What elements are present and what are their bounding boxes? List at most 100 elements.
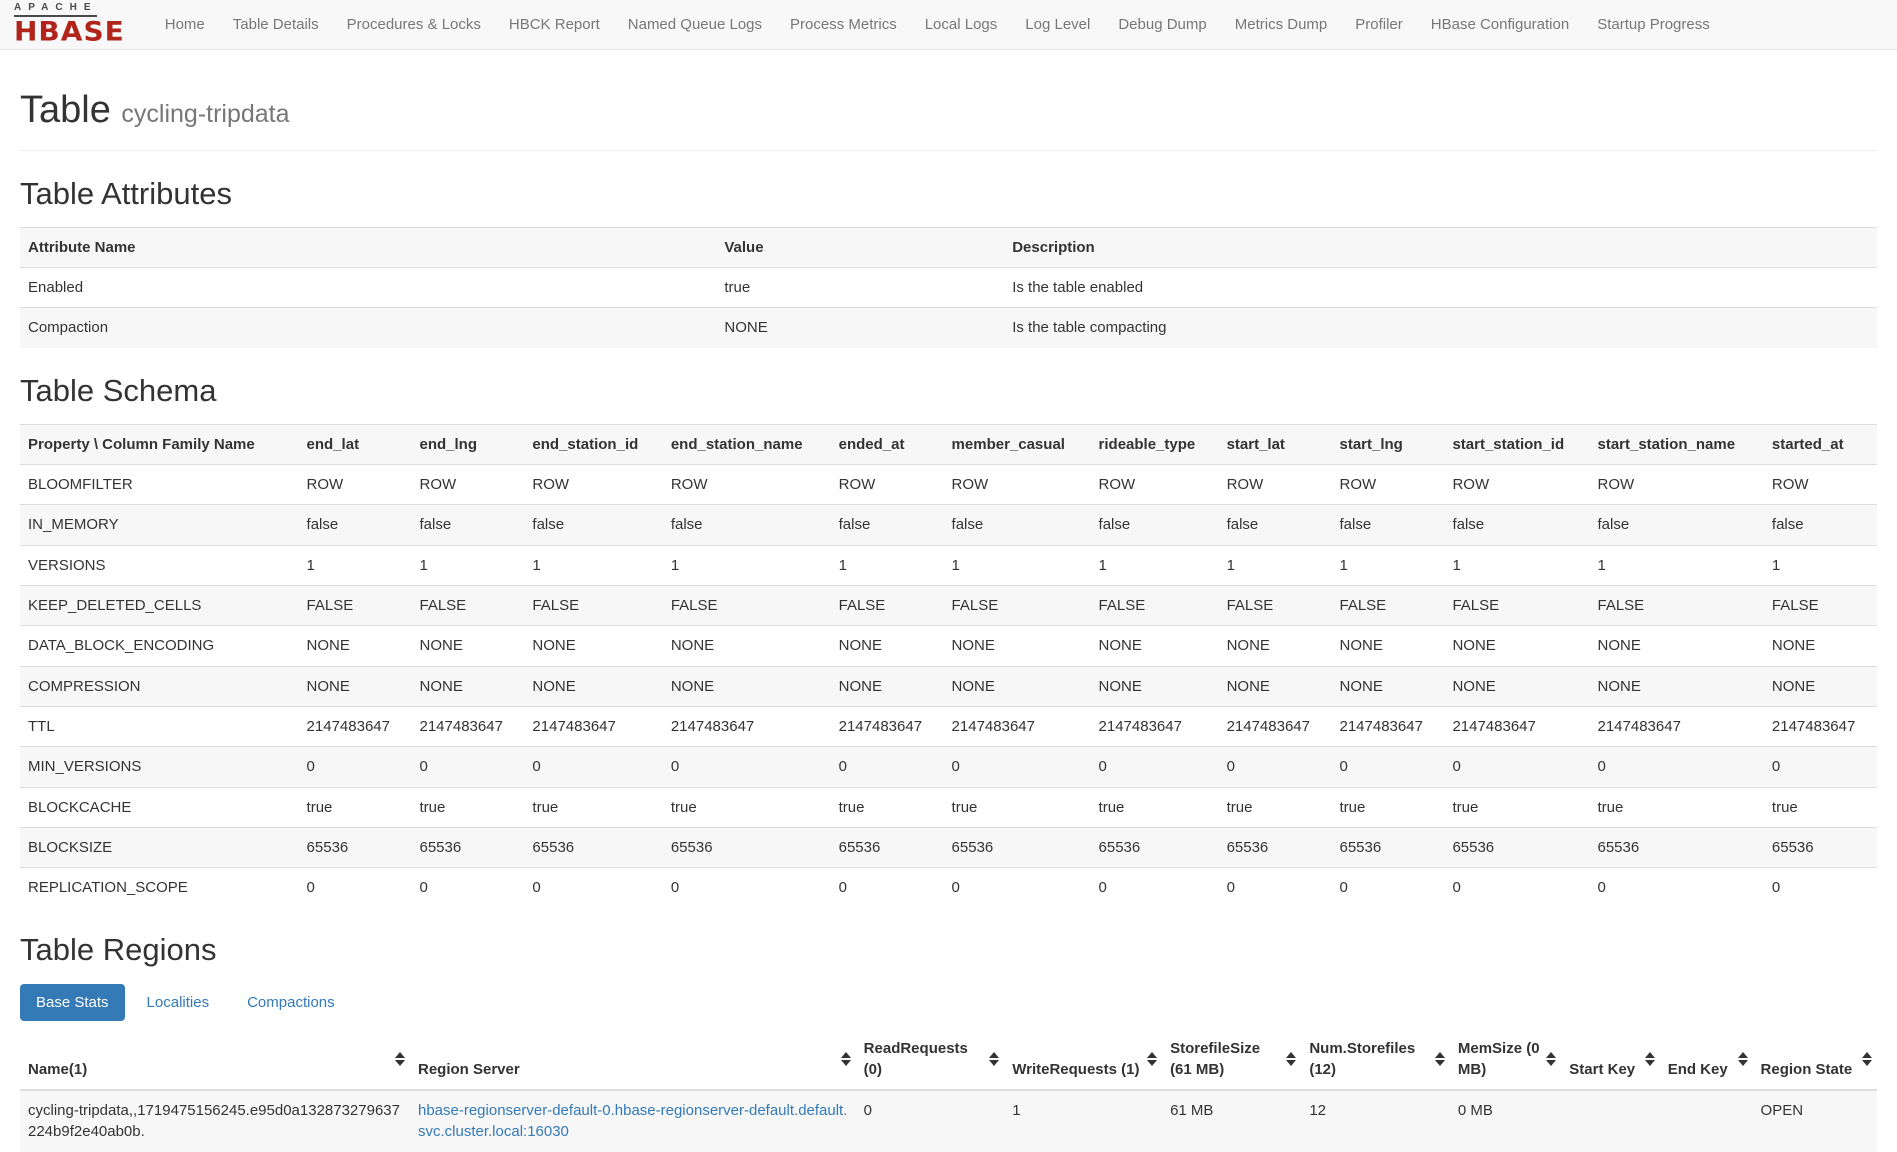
- schema-col-start_lng: start_lng: [1332, 424, 1445, 464]
- schema-value: NONE: [524, 626, 662, 666]
- schema-property: REPLICATION_SCOPE: [20, 868, 299, 908]
- nav-item-table-details[interactable]: Table Details: [219, 1, 333, 48]
- regions-col-label: StorefileSize (61 MB): [1170, 1040, 1260, 1078]
- nav-item-process-metrics[interactable]: Process Metrics: [776, 1, 911, 48]
- nav-item-hbck-report[interactable]: HBCK Report: [495, 1, 614, 48]
- nav-item-procedures-locks[interactable]: Procedures & Locks: [333, 1, 495, 48]
- schema-value: NONE: [1444, 666, 1589, 706]
- nav-item-metrics-dump[interactable]: Metrics Dump: [1221, 1, 1342, 48]
- schema-col-member_casual: member_casual: [944, 424, 1091, 464]
- schema-value: 1: [411, 545, 524, 585]
- schema-value: 2147483647: [1332, 706, 1445, 746]
- hbase-logo[interactable]: APACHE HBASE: [14, 3, 125, 46]
- region-mem-size: 0 MB: [1450, 1090, 1561, 1152]
- schema-value: false: [1219, 505, 1332, 545]
- schema-col-end_lng: end_lng: [411, 424, 524, 464]
- region-num-storefiles: 12: [1301, 1090, 1450, 1152]
- regions-col-label: ReadRequests (0): [864, 1040, 968, 1078]
- regions-col-end-key[interactable]: End Key: [1660, 1029, 1753, 1091]
- regions-col-readrequests-0-[interactable]: ReadRequests (0): [856, 1029, 1005, 1091]
- schema-value: NONE: [411, 666, 524, 706]
- attribute-description: Is the table compacting: [1004, 308, 1877, 348]
- schema-value: true: [663, 787, 831, 827]
- schema-value: 0: [831, 868, 944, 908]
- regions-col-writerequests-1-[interactable]: WriteRequests (1): [1004, 1029, 1162, 1091]
- nav-item-profiler[interactable]: Profiler: [1341, 1, 1417, 48]
- schema-row: TTL2147483647214748364721474836472147483…: [20, 706, 1877, 746]
- tab-link-compactions[interactable]: Compactions: [231, 984, 351, 1021]
- schema-value: false: [831, 505, 944, 545]
- regions-tabs: Base StatsLocalitiesCompactions: [20, 984, 1877, 1021]
- schema-value: 0: [1764, 747, 1877, 787]
- schema-value: false: [524, 505, 662, 545]
- schema-value: 2147483647: [944, 706, 1091, 746]
- schema-value: true: [831, 787, 944, 827]
- regions-col-region-server[interactable]: Region Server: [410, 1029, 856, 1091]
- regions-col-memsize-0-mb-[interactable]: MemSize (0 MB): [1450, 1029, 1561, 1091]
- region-server: hbase-regionserver-default-0.hbase-regio…: [410, 1090, 856, 1152]
- schema-value: FALSE: [831, 586, 944, 626]
- tab-link-localities[interactable]: Localities: [131, 984, 226, 1021]
- schema-value: ROW: [524, 465, 662, 505]
- regions-col-num-storefiles-12-[interactable]: Num.Storefiles (12): [1301, 1029, 1450, 1091]
- schema-value: 0: [299, 747, 412, 787]
- region-server-link[interactable]: hbase-regionserver-default-0.hbase-regio…: [418, 1102, 847, 1140]
- schema-value: 1: [524, 545, 662, 585]
- attributes-table-body: Attribute NameValueDescriptionEnabledtru…: [20, 227, 1877, 347]
- nav-item-hbase-configuration[interactable]: HBase Configuration: [1417, 1, 1583, 48]
- schema-value: 65536: [1219, 827, 1332, 867]
- schema-value: 2147483647: [524, 706, 662, 746]
- schema-value: 0: [1444, 747, 1589, 787]
- schema-value: 1: [1219, 545, 1332, 585]
- attribute-name: Compaction: [20, 308, 716, 348]
- region-write-requests: 1: [1004, 1090, 1162, 1152]
- regions-col-start-key[interactable]: Start Key: [1561, 1029, 1659, 1091]
- schema-row: VERSIONS111111111111: [20, 545, 1877, 585]
- schema-value: 65536: [524, 827, 662, 867]
- attribute-row: CompactionNONEIs the table compacting: [20, 308, 1877, 348]
- schema-value: 0: [1589, 868, 1763, 908]
- regions-col-storefilesize-61-mb-[interactable]: StorefileSize (61 MB): [1162, 1029, 1301, 1091]
- schema-row: IN_MEMORYfalsefalsefalsefalsefalsefalsef…: [20, 505, 1877, 545]
- schema-value: false: [299, 505, 412, 545]
- schema-property: IN_MEMORY: [20, 505, 299, 545]
- logo-hbase-text: HBASE: [14, 19, 125, 46]
- schema-value: ROW: [663, 465, 831, 505]
- schema-row: COMPRESSIONNONENONENONENONENONENONENONEN…: [20, 666, 1877, 706]
- nav-item-local-logs[interactable]: Local Logs: [911, 1, 1012, 48]
- page-title-text: Table: [20, 89, 111, 131]
- schema-value: 0: [831, 747, 944, 787]
- nav-item-log-level[interactable]: Log Level: [1011, 1, 1104, 48]
- schema-value: 2147483647: [299, 706, 412, 746]
- region-start-key: [1561, 1090, 1659, 1152]
- attribute-value: true: [716, 268, 1004, 308]
- schema-property: DATA_BLOCK_ENCODING: [20, 626, 299, 666]
- tab-link-base-stats[interactable]: Base Stats: [20, 984, 125, 1021]
- regions-col-label: Name(1): [28, 1061, 87, 1078]
- schema-value: 0: [524, 868, 662, 908]
- schema-value: 0: [411, 868, 524, 908]
- schema-value: FALSE: [944, 586, 1091, 626]
- schema-value: 2147483647: [1589, 706, 1763, 746]
- regions-col-name-1-[interactable]: Name(1): [20, 1029, 410, 1091]
- schema-value: 0: [1589, 747, 1763, 787]
- sort-icon: [1546, 1052, 1556, 1066]
- regions-col-label: Num.Storefiles (12): [1309, 1040, 1415, 1078]
- schema-value: 0: [663, 868, 831, 908]
- nav-item-home[interactable]: Home: [151, 1, 219, 48]
- schema-value: 0: [1332, 868, 1445, 908]
- schema-value: ROW: [1219, 465, 1332, 505]
- schema-row: KEEP_DELETED_CELLSFALSEFALSEFALSEFALSEFA…: [20, 586, 1877, 626]
- nav-item-debug-dump[interactable]: Debug Dump: [1104, 1, 1220, 48]
- regions-header-row: Name(1) Region ServerReadRequests (0) Writ…: [20, 1029, 1877, 1091]
- tab-localities: Localities: [131, 984, 226, 1021]
- nav-item-startup-progress[interactable]: Startup Progress: [1583, 1, 1724, 48]
- schema-col-end_station_id: end_station_id: [524, 424, 662, 464]
- schema-row: BLOOMFILTERROWROWROWROWROWROWROWROWROWRO…: [20, 465, 1877, 505]
- schema-value: 0: [944, 747, 1091, 787]
- schema-value: 2147483647: [663, 706, 831, 746]
- nav-item-named-queue-logs[interactable]: Named Queue Logs: [614, 1, 776, 48]
- schema-value: ROW: [1589, 465, 1763, 505]
- regions-col-region-state[interactable]: Region State: [1753, 1029, 1877, 1091]
- schema-value: true: [1332, 787, 1445, 827]
